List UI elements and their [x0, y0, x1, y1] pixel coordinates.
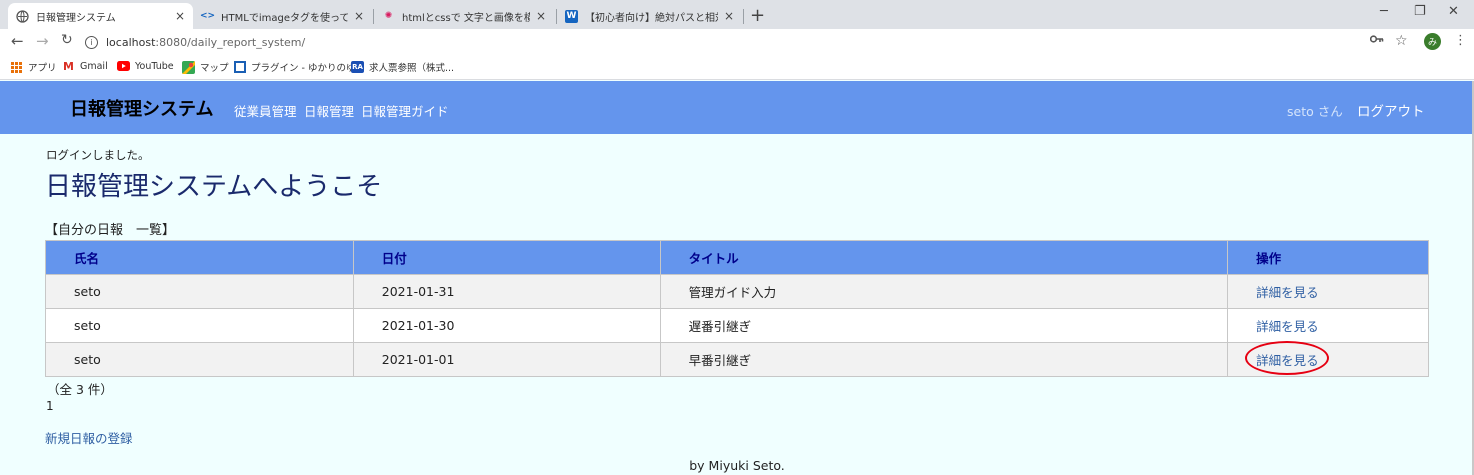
- app-title[interactable]: 日報管理システム: [70, 95, 213, 121]
- address-bar[interactable]: i localhost:8080/daily_report_system/: [85, 31, 1385, 53]
- bookmark-label: プラグイン - ゆかりのゆ...: [251, 63, 365, 74]
- tab-html-image[interactable]: <> HTMLでimageタグを使って画像を表 ×: [193, 3, 372, 29]
- table-row: seto 2021-01-31 管理ガイド入力 詳細を見る: [45, 274, 1429, 309]
- bookmark-label: YouTube: [135, 60, 174, 72]
- nav-reports-guide[interactable]: 日報管理ガイド: [361, 101, 449, 120]
- tab-close-icon[interactable]: ×: [354, 9, 364, 23]
- tab-separator: [743, 9, 744, 24]
- list-heading: 【自分の日報 一覧】: [45, 223, 176, 238]
- tab-close-icon[interactable]: ×: [724, 9, 734, 23]
- cell-title: 早番引継ぎ: [659, 342, 1229, 377]
- apps-grid-icon: [10, 61, 23, 73]
- page-footer: by Miyuki Seto.: [689, 458, 785, 473]
- tab-label: 日報管理システム: [36, 12, 116, 24]
- nav-reports[interactable]: 日報管理: [304, 101, 354, 120]
- sparkle-icon: ✺: [384, 11, 393, 21]
- bookmarks-bar: アプリ M Gmail YouTube マップ プラグイン - ゆかりのゆ...…: [0, 55, 1474, 80]
- bookmark-page-icon: [233, 61, 246, 73]
- code-icon: <>: [199, 11, 216, 21]
- maps-icon: [182, 60, 195, 74]
- page-title: 日報管理システムへようこそ: [45, 172, 383, 202]
- logout-link[interactable]: ログアウト: [1357, 100, 1425, 120]
- tab-daily-report-system[interactable]: 日報管理システム ×: [8, 3, 193, 29]
- column-header-action: 操作: [1227, 240, 1429, 275]
- view-detail-link[interactable]: 詳細を見る: [1256, 319, 1319, 334]
- cell-date: 2021-01-30: [352, 308, 661, 343]
- cell-name: seto: [45, 274, 354, 309]
- url-path: :8080/daily_report_system/: [155, 35, 306, 49]
- back-icon[interactable]: ←: [11, 32, 24, 50]
- restore-icon[interactable]: ❐: [1414, 4, 1426, 19]
- cell-name: seto: [45, 342, 354, 377]
- globe-icon: [16, 9, 29, 23]
- close-window-icon[interactable]: ✕: [1448, 4, 1459, 19]
- bookmark-label: マップ: [200, 63, 229, 74]
- key-icon[interactable]: [1369, 33, 1384, 48]
- reload-icon[interactable]: ↻: [61, 32, 73, 48]
- table-row: seto 2021-01-01 早番引継ぎ 詳細を見る: [45, 341, 1429, 377]
- tab-label: 【初心者向け】絶対パスと相対パスの: [585, 12, 718, 24]
- column-header-title: タイトル: [659, 240, 1229, 275]
- tab-label: htmlとcssで 文字と画像を横に並べ: [402, 12, 530, 24]
- cell-title: 管理ガイド入力: [659, 274, 1229, 309]
- bookmark-plugin[interactable]: プラグイン - ゆかりのゆ...: [233, 60, 365, 74]
- browser-tab-strip: 日報管理システム × <> HTMLでimageタグを使って画像を表 × ✺ h…: [0, 0, 1474, 29]
- tab-close-icon[interactable]: ×: [536, 9, 546, 23]
- app-header: 日報管理システム 従業員管理 日報管理 日報管理ガイド seto さん ログアウ…: [0, 81, 1474, 134]
- new-report-link[interactable]: 新規日報の登録: [45, 428, 133, 447]
- tab-label: HTMLでimageタグを使って画像を表: [221, 12, 348, 24]
- view-detail-link[interactable]: 詳細を見る: [1256, 285, 1319, 300]
- user-name: seto さん: [1287, 104, 1343, 119]
- menu-kebab-icon[interactable]: ⋮: [1454, 33, 1467, 48]
- gmail-icon: M: [63, 59, 74, 73]
- bookmark-job-listing[interactable]: RA 求人票参照（株式...: [351, 60, 454, 74]
- pagination-page-1[interactable]: 1: [46, 399, 54, 413]
- record-count: （全 3 件）: [47, 382, 113, 397]
- url-host: localhost: [106, 35, 156, 49]
- bookmark-label: Gmail: [80, 60, 108, 72]
- cell-date: 2021-01-31: [352, 274, 661, 309]
- bookmark-youtube[interactable]: YouTube: [117, 60, 174, 72]
- profile-avatar[interactable]: み: [1424, 33, 1441, 50]
- column-header-date: 日付: [352, 240, 661, 275]
- ra-icon: RA: [351, 61, 364, 73]
- bookmark-gmail[interactable]: M Gmail: [62, 59, 108, 73]
- bookmark-maps[interactable]: マップ: [182, 60, 229, 74]
- cell-name: seto: [45, 308, 354, 343]
- nav-employees[interactable]: 従業員管理: [234, 101, 297, 120]
- youtube-icon: [117, 60, 130, 72]
- bookmark-label: アプリ: [28, 63, 57, 74]
- reports-table: 氏名 日付 タイトル 操作 seto 2021-01-31 管理ガイド入力 詳細…: [45, 240, 1429, 377]
- tab-html-css[interactable]: ✺ htmlとcssで 文字と画像を横に並べ ×: [374, 3, 554, 29]
- forward-icon[interactable]: →: [36, 32, 49, 50]
- browser-toolbar: ← → ↻ i localhost:8080/daily_report_syst…: [0, 29, 1474, 55]
- tab-path-guide[interactable]: W 【初心者向け】絶対パスと相対パスの ×: [557, 3, 742, 29]
- table-row: seto 2021-01-30 遅番引継ぎ 詳細を見る: [45, 308, 1429, 343]
- tab-close-icon[interactable]: ×: [175, 9, 185, 23]
- table-header-row: 氏名 日付 タイトル 操作: [45, 240, 1429, 275]
- cell-title: 遅番引継ぎ: [659, 308, 1229, 343]
- info-icon[interactable]: i: [85, 35, 98, 49]
- bookmark-label: 求人票参照（株式...: [369, 63, 455, 74]
- minimize-icon[interactable]: ─: [1380, 4, 1388, 19]
- column-header-name: 氏名: [45, 240, 354, 275]
- view-detail-link-highlighted[interactable]: 詳細を見る: [1245, 341, 1329, 375]
- w-icon: W: [565, 9, 578, 23]
- star-icon[interactable]: ☆: [1395, 33, 1408, 49]
- new-tab-button[interactable]: +: [750, 5, 765, 26]
- flash-message: ログインしました。: [46, 148, 150, 162]
- cell-date: 2021-01-01: [352, 342, 661, 377]
- bookmark-apps[interactable]: アプリ: [10, 60, 57, 74]
